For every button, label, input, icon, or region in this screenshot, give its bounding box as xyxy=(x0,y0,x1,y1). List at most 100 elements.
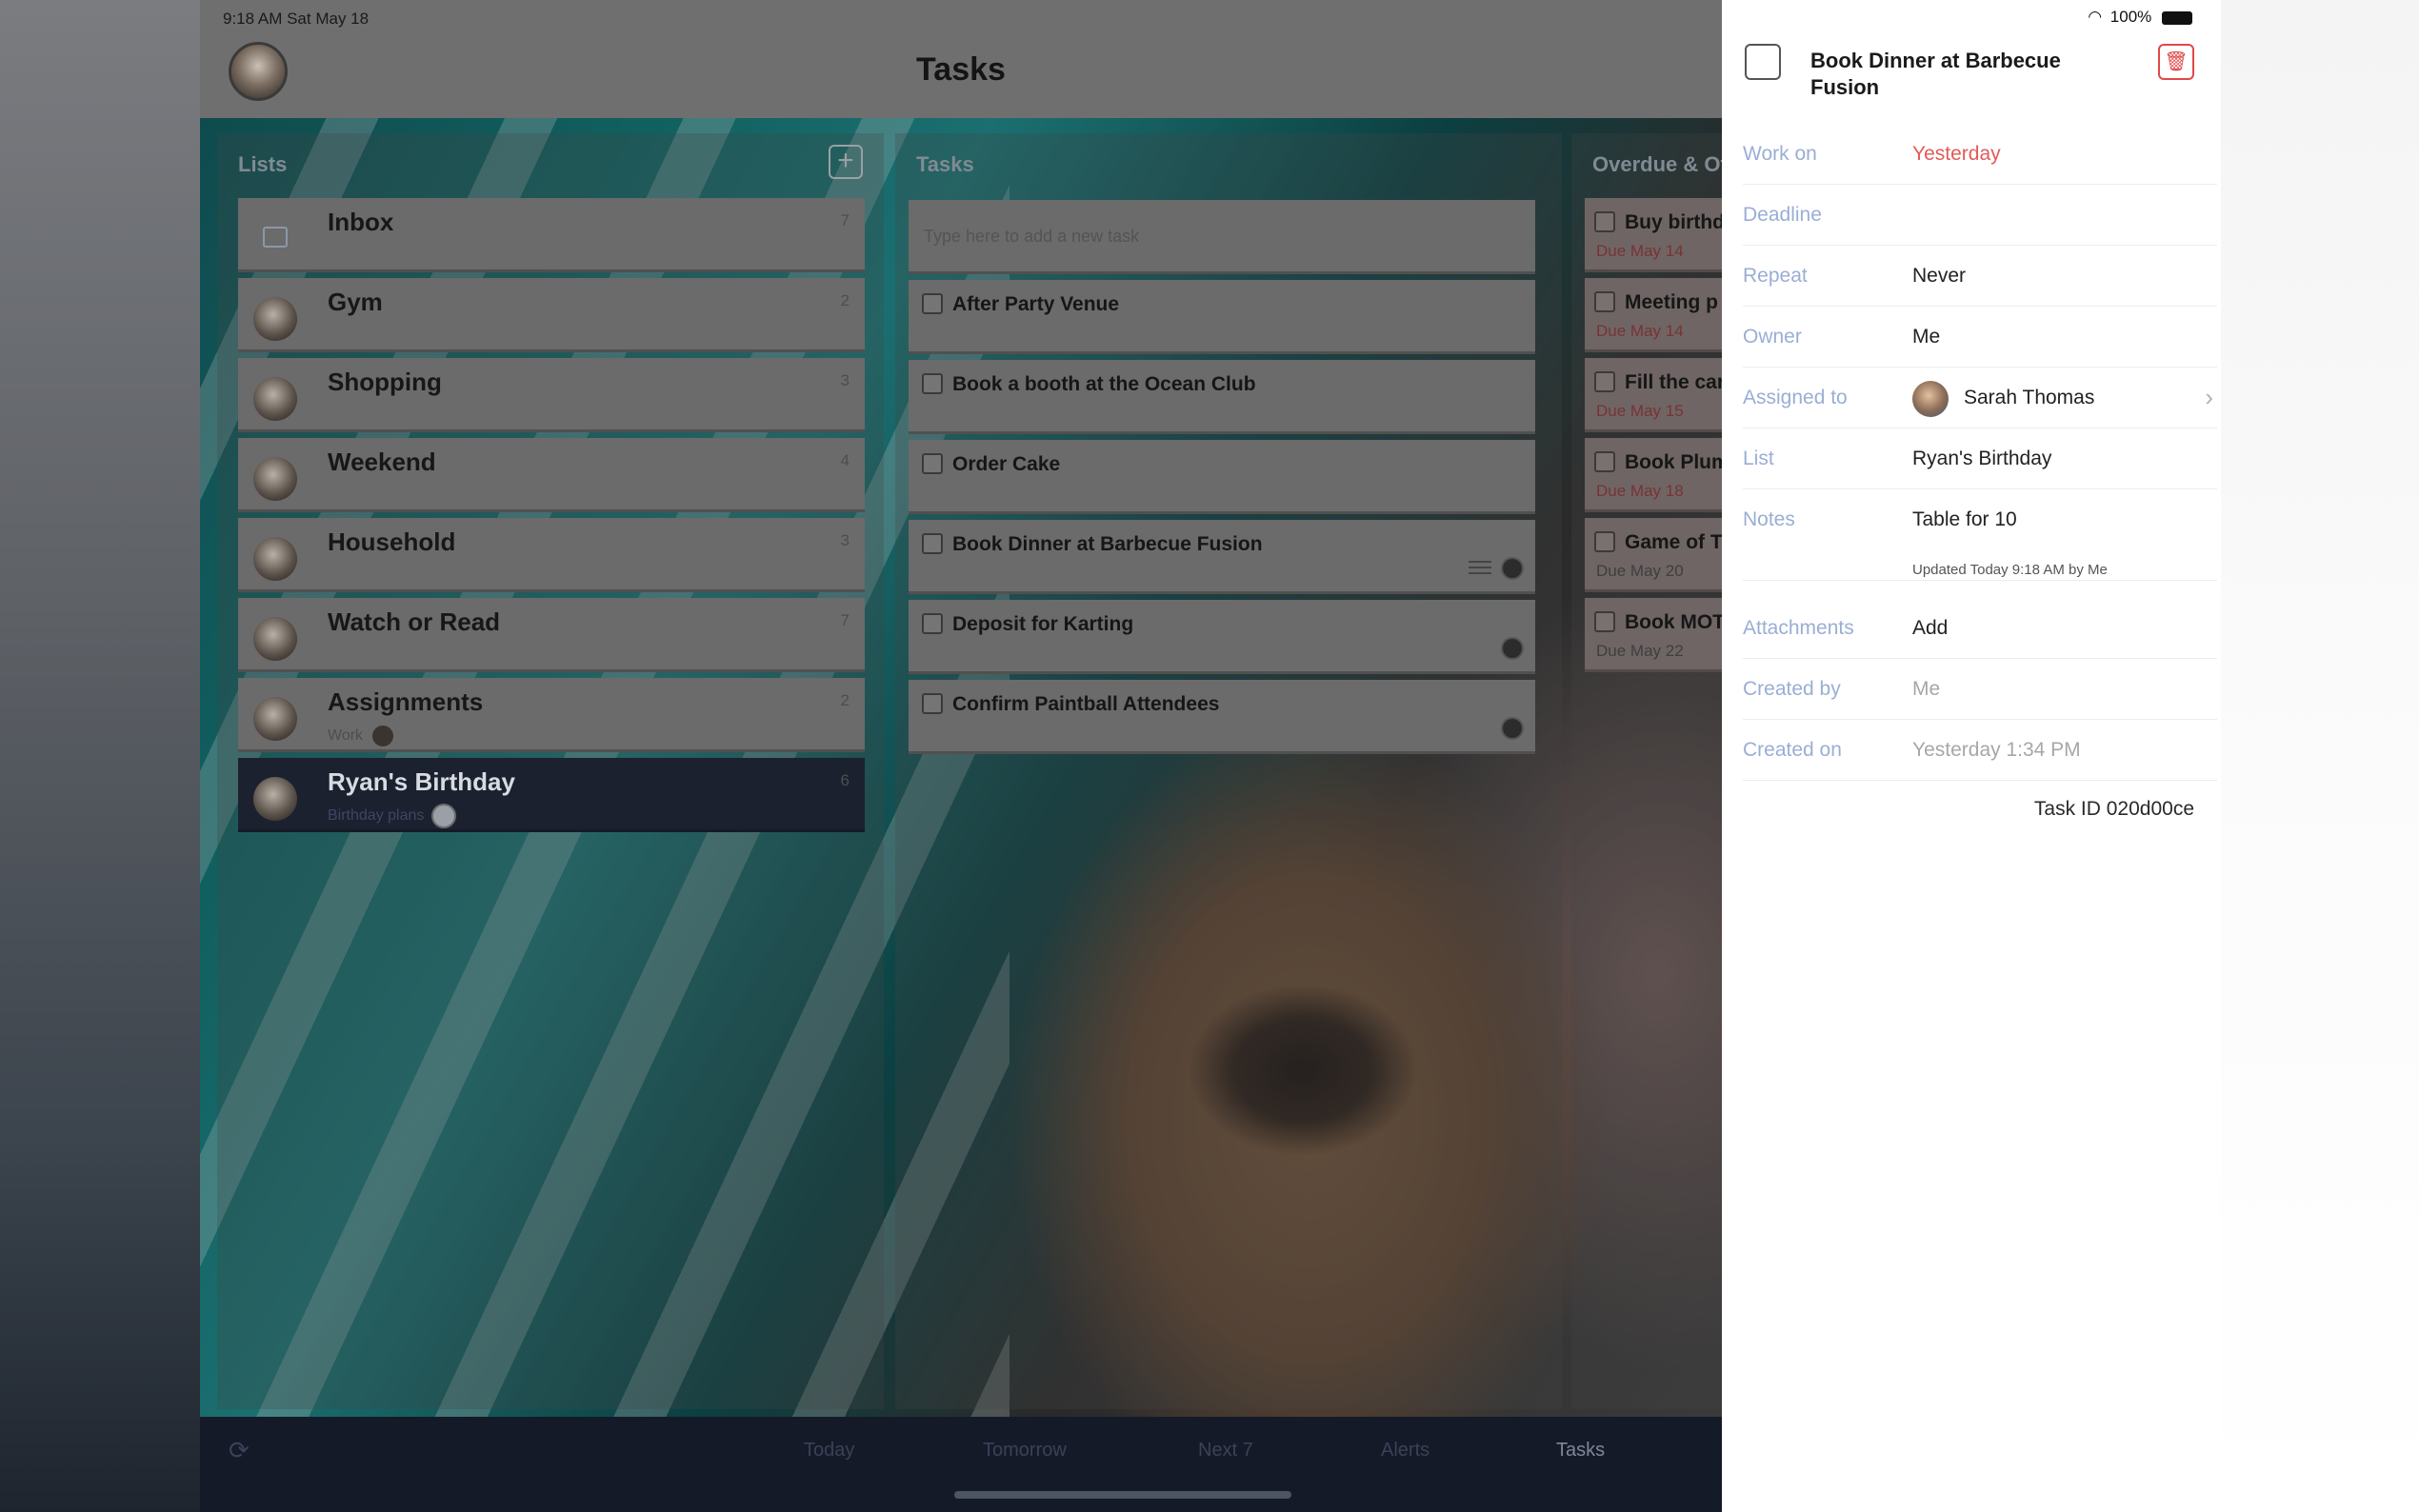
task-checkbox[interactable] xyxy=(922,373,943,394)
trash-icon: 🗑 xyxy=(2164,51,2188,72)
task-detail-panel: ◠ 100% Book Dinner at Barbecue Fusion 🗑 … xyxy=(1722,0,2221,1512)
field-value: Me xyxy=(1912,678,1940,701)
list-count: 2 xyxy=(841,691,850,710)
sync-icon[interactable]: ⟳ xyxy=(229,1436,255,1462)
page-title: Tasks xyxy=(200,51,1722,89)
task-checkbox[interactable] xyxy=(1594,611,1615,632)
notes-icon xyxy=(1469,561,1491,578)
add-list-button[interactable]: + xyxy=(829,145,863,179)
list-count: 6 xyxy=(841,771,850,790)
field-label: Work on xyxy=(1743,143,1817,166)
field-label: Created by xyxy=(1743,678,1841,701)
tab-bar: ⟳ Today Tomorrow Next 7 Alerts Tasks xyxy=(200,1417,1722,1512)
field-label: Deadline xyxy=(1743,204,1822,227)
list-count: 2 xyxy=(841,291,850,310)
lists-column: Lists + Inbox 7 Gym 2 Shopping 3 Weekend… xyxy=(217,133,884,1409)
overdue-task-row[interactable]: Fill the car Due May 15 xyxy=(1585,358,1722,432)
overdue-header: Overdue & Ot xyxy=(1592,152,1722,177)
list-avatar xyxy=(253,777,297,821)
task-checkbox[interactable] xyxy=(1594,451,1615,472)
tasks-header: Tasks xyxy=(916,152,974,177)
tab-alerts[interactable]: Alerts xyxy=(1381,1440,1429,1462)
task-checkbox[interactable] xyxy=(1594,371,1615,392)
list-item-gym[interactable]: Gym 2 xyxy=(238,278,865,352)
complete-task-checkbox[interactable] xyxy=(1745,44,1781,80)
task-id: Task ID 020d00ce xyxy=(2034,798,2194,821)
task-name: Game of T xyxy=(1625,531,1722,554)
main-app: 9:18 AM Sat May 18 Tasks Lists + Inbox 7… xyxy=(200,0,1722,1512)
task-row[interactable]: Confirm Paintball Attendees xyxy=(909,680,1535,754)
battery-percent: 100% xyxy=(2110,8,2151,26)
task-name: Confirm Paintball Attendees xyxy=(952,693,1219,716)
list-name: Ryan's Birthday xyxy=(328,767,515,797)
assignee-avatar xyxy=(1501,637,1524,660)
task-row[interactable]: Deposit for Karting xyxy=(909,600,1535,674)
assignee-avatar xyxy=(1501,557,1524,580)
tab-today[interactable]: Today xyxy=(804,1440,854,1462)
backdrop-right xyxy=(2221,0,2419,1512)
field-attachments[interactable]: Attachments Add xyxy=(1743,598,2217,659)
field-value: Ryan's Birthday xyxy=(1912,448,2051,470)
list-count: 3 xyxy=(841,371,850,390)
task-title[interactable]: Book Dinner at Barbecue Fusion xyxy=(1810,48,2115,101)
shared-avatar xyxy=(370,724,395,748)
overdue-task-row[interactable]: Meeting p Due May 14 xyxy=(1585,278,1722,352)
task-name: Deposit for Karting xyxy=(952,613,1133,636)
task-name: After Party Venue xyxy=(952,293,1119,316)
new-task-input[interactable]: Type here to add a new task xyxy=(909,200,1535,274)
new-task-placeholder: Type here to add a new task xyxy=(924,227,1139,247)
task-checkbox[interactable] xyxy=(922,293,943,314)
field-assigned-to[interactable]: Assigned to Sarah Thomas › xyxy=(1743,368,2217,428)
field-repeat[interactable]: Repeat Never xyxy=(1743,246,2217,307)
task-row[interactable]: Book a booth at the Ocean Club xyxy=(909,360,1535,434)
list-name: Assignments xyxy=(328,687,483,717)
wifi-icon: ◠ xyxy=(2088,8,2102,27)
list-avatar xyxy=(253,697,297,741)
task-row[interactable]: Order Cake xyxy=(909,440,1535,514)
task-checkbox[interactable] xyxy=(1594,211,1615,232)
list-count: 7 xyxy=(841,211,850,230)
list-item-household[interactable]: Household 3 xyxy=(238,518,865,592)
add-attachment-button[interactable]: Add xyxy=(1912,617,1948,640)
field-work-on[interactable]: Work on Yesterday xyxy=(1743,124,2217,185)
task-row[interactable]: Book Dinner at Barbecue Fusion xyxy=(909,520,1535,594)
list-item-weekend[interactable]: Weekend 4 xyxy=(238,438,865,512)
top-bar: 9:18 AM Sat May 18 Tasks xyxy=(200,0,1722,118)
field-deadline[interactable]: Deadline xyxy=(1743,185,2217,246)
overdue-task-row[interactable]: Book Plum Due May 18 xyxy=(1585,438,1722,512)
task-due: Due May 14 xyxy=(1596,322,1684,341)
tab-tomorrow[interactable]: Tomorrow xyxy=(983,1440,1067,1462)
list-item-ryans-birthday[interactable]: Ryan's Birthday 6 Birthday plans xyxy=(238,758,865,832)
list-item-inbox[interactable]: Inbox 7 xyxy=(238,198,865,272)
device-screen: 9:18 AM Sat May 18 Tasks Lists + Inbox 7… xyxy=(200,0,2221,1512)
field-list[interactable]: List Ryan's Birthday xyxy=(1743,428,2217,489)
task-name: Book MOT xyxy=(1625,611,1722,634)
task-name: Book Dinner at Barbecue Fusion xyxy=(952,533,1263,556)
overdue-task-row[interactable]: Buy birthd Due May 14 xyxy=(1585,198,1722,272)
field-label: Assigned to xyxy=(1743,387,1848,409)
task-row[interactable]: After Party Venue xyxy=(909,280,1535,354)
field-owner[interactable]: Owner Me xyxy=(1743,307,2217,368)
task-checkbox[interactable] xyxy=(1594,531,1615,552)
tasks-column: Tasks Type here to add a new task After … xyxy=(895,133,1562,1409)
task-checkbox[interactable] xyxy=(922,613,943,634)
list-item-assignments[interactable]: Assignments 2 Work xyxy=(238,678,865,752)
task-name: Fill the car xyxy=(1625,371,1722,394)
task-checkbox[interactable] xyxy=(1594,291,1615,312)
task-checkbox[interactable] xyxy=(922,453,943,474)
task-checkbox[interactable] xyxy=(922,693,943,714)
chevron-right-icon: › xyxy=(2205,383,2213,412)
task-due: Due May 18 xyxy=(1596,482,1684,501)
overdue-task-row[interactable]: Game of T Due May 20 xyxy=(1585,518,1722,592)
list-item-watch-or-read[interactable]: Watch or Read 7 xyxy=(238,598,865,672)
list-avatar xyxy=(253,377,297,421)
tab-next-7[interactable]: Next 7 xyxy=(1198,1440,1253,1462)
list-item-shopping[interactable]: Shopping 3 xyxy=(238,358,865,432)
home-indicator xyxy=(954,1491,1291,1499)
tab-tasks[interactable]: Tasks xyxy=(1556,1440,1605,1462)
field-label: Attachments xyxy=(1743,617,1854,640)
overdue-task-row[interactable]: Book MOT Due May 22 xyxy=(1585,598,1722,672)
task-checkbox[interactable] xyxy=(922,533,943,554)
list-name: Watch or Read xyxy=(328,607,500,637)
delete-task-button[interactable]: 🗑 xyxy=(2158,44,2194,80)
